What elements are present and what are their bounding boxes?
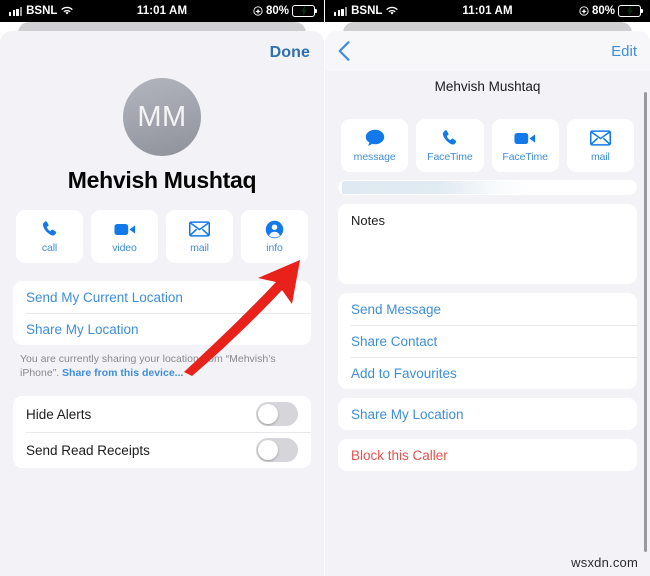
avatar-initials: MM	[137, 100, 187, 133]
contact-detail-sheet: Done MM Mehvish Mushtaq call video mail …	[0, 31, 324, 576]
facetime-audio-button[interactable]: FaceTime	[416, 119, 484, 172]
wifi-icon	[386, 6, 399, 15]
location-card: Send My Current Location Share My Locati…	[13, 281, 311, 345]
add-to-favourites-label: Add to Favourites	[351, 365, 457, 381]
watermark: wsxdn.com	[571, 555, 638, 570]
share-contact-label: Share Contact	[351, 333, 438, 349]
page-title: Mehvish Mushtaq	[67, 167, 257, 193]
wifi-icon	[61, 6, 74, 15]
block-this-caller-row[interactable]: Block this Caller	[338, 439, 637, 471]
location-services-icon	[579, 6, 589, 16]
edit-button[interactable]: Edit	[611, 43, 637, 60]
contact-name-title: Mehvish Mushtaq	[434, 79, 541, 94]
hide-alerts-toggle[interactable]	[256, 402, 298, 426]
call-button[interactable]: call	[16, 210, 83, 263]
video-button[interactable]: video	[91, 210, 158, 263]
status-bar-left: BSNL	[9, 5, 137, 17]
message-button-label: message	[353, 151, 396, 163]
avatar: MM	[123, 78, 201, 156]
share-location-card: Share My Location	[338, 398, 637, 430]
share-my-location-label: Share My Location	[351, 406, 464, 422]
phone-icon	[40, 219, 59, 239]
send-read-receipts-label: Send Read Receipts	[26, 442, 150, 458]
send-read-receipts-row[interactable]: Send Read Receipts	[13, 432, 311, 468]
facetime-video-button-label: FaceTime	[502, 151, 548, 163]
chevron-left-icon[interactable]	[338, 41, 350, 61]
block-caller-card: Block this Caller	[338, 439, 637, 471]
done-button[interactable]: Done	[270, 44, 310, 62]
mail-button-label: mail	[590, 151, 610, 163]
location-services-icon	[253, 6, 263, 16]
redaction-bar	[342, 181, 531, 194]
status-bar: BSNL 11:01 AM 80%	[0, 0, 324, 22]
contact-actions-card: Send Message Share Contact Add to Favour…	[338, 293, 637, 389]
send-current-location-label: Send My Current Location	[26, 289, 183, 305]
notes-card[interactable]: Notes	[338, 204, 637, 284]
quick-actions-row: call video mail info	[0, 210, 324, 263]
status-bar: BSNL 11:01 AM 80%	[325, 0, 650, 22]
video-camera-icon	[113, 219, 136, 239]
share-my-location-row[interactable]: Share My Location	[13, 313, 311, 345]
facetime-video-button[interactable]: FaceTime	[491, 119, 559, 172]
toggle-knob	[257, 439, 279, 461]
mail-button[interactable]: mail	[566, 119, 634, 172]
share-my-location-row[interactable]: Share My Location	[338, 398, 637, 430]
carrier-label: BSNL	[26, 5, 58, 17]
share-contact-row[interactable]: Share Contact	[338, 325, 637, 357]
left-phone-screen: BSNL 11:01 AM 80% Done MM Mehvish Mushta…	[0, 0, 325, 576]
sheet-navbar: Edit	[325, 31, 650, 71]
status-bar-left: BSNL	[334, 5, 462, 17]
hide-alerts-row[interactable]: Hide Alerts	[13, 396, 311, 432]
mail-button-label: mail	[190, 242, 209, 254]
sheet-navbar: Done	[0, 31, 324, 74]
send-message-label: Send Message	[351, 301, 442, 317]
envelope-icon	[189, 219, 210, 239]
facetime-audio-button-label: FaceTime	[427, 151, 473, 163]
carrier-label: BSNL	[351, 5, 383, 17]
cellular-signal-icon	[9, 6, 23, 16]
add-to-favourites-row[interactable]: Add to Favourites	[338, 357, 637, 389]
info-button[interactable]: info	[241, 210, 308, 263]
video-button-label: video	[112, 242, 137, 254]
share-my-location-label: Share My Location	[26, 321, 139, 337]
location-helper-text: You are currently sharing your location …	[20, 352, 304, 380]
cellular-signal-icon	[334, 6, 348, 16]
send-read-receipts-toggle[interactable]	[256, 438, 298, 462]
battery-percent-label: 80%	[265, 5, 290, 17]
clock-label: 11:01 AM	[462, 5, 513, 17]
send-current-location-row[interactable]: Send My Current Location	[13, 281, 311, 313]
battery-charging-icon	[618, 5, 644, 17]
send-message-row[interactable]: Send Message	[338, 293, 637, 325]
block-this-caller-label: Block this Caller	[351, 447, 448, 463]
info-button-label: info	[266, 242, 283, 254]
vertical-scrollbar[interactable]	[644, 92, 647, 552]
redacted-contact-row	[338, 180, 637, 195]
mail-button[interactable]: mail	[166, 210, 233, 263]
video-camera-icon	[514, 128, 536, 148]
clock-label: 11:01 AM	[136, 5, 188, 17]
status-bar-right: 80%	[187, 5, 318, 17]
person-circle-icon	[265, 219, 284, 239]
hide-alerts-label: Hide Alerts	[26, 406, 92, 422]
right-phone-screen: BSNL 11:01 AM 80% Edit Mehvish Mushtaq m…	[325, 0, 650, 576]
settings-card: Hide Alerts Send Read Receipts	[13, 396, 311, 468]
contact-header: MM Mehvish Mushtaq	[0, 78, 324, 194]
battery-charging-icon	[292, 5, 318, 17]
envelope-icon	[589, 128, 611, 148]
message-button[interactable]: message	[341, 119, 409, 172]
share-from-this-device-link[interactable]: Share from this device...	[62, 367, 183, 379]
phone-icon	[440, 128, 459, 148]
notes-label: Notes	[351, 213, 385, 228]
quick-actions-row: message FaceTime FaceTime mail	[325, 119, 650, 172]
contact-info-sheet: Edit Mehvish Mushtaq message FaceTime Fa…	[325, 31, 650, 576]
status-bar-right: 80%	[513, 5, 644, 17]
message-bubble-icon	[365, 128, 385, 148]
call-button-label: call	[41, 242, 58, 254]
toggle-knob	[257, 403, 279, 425]
dual-screenshot-container: BSNL 11:01 AM 80% Done MM Mehvish Mushta…	[0, 0, 650, 576]
battery-percent-label: 80%	[591, 5, 616, 17]
